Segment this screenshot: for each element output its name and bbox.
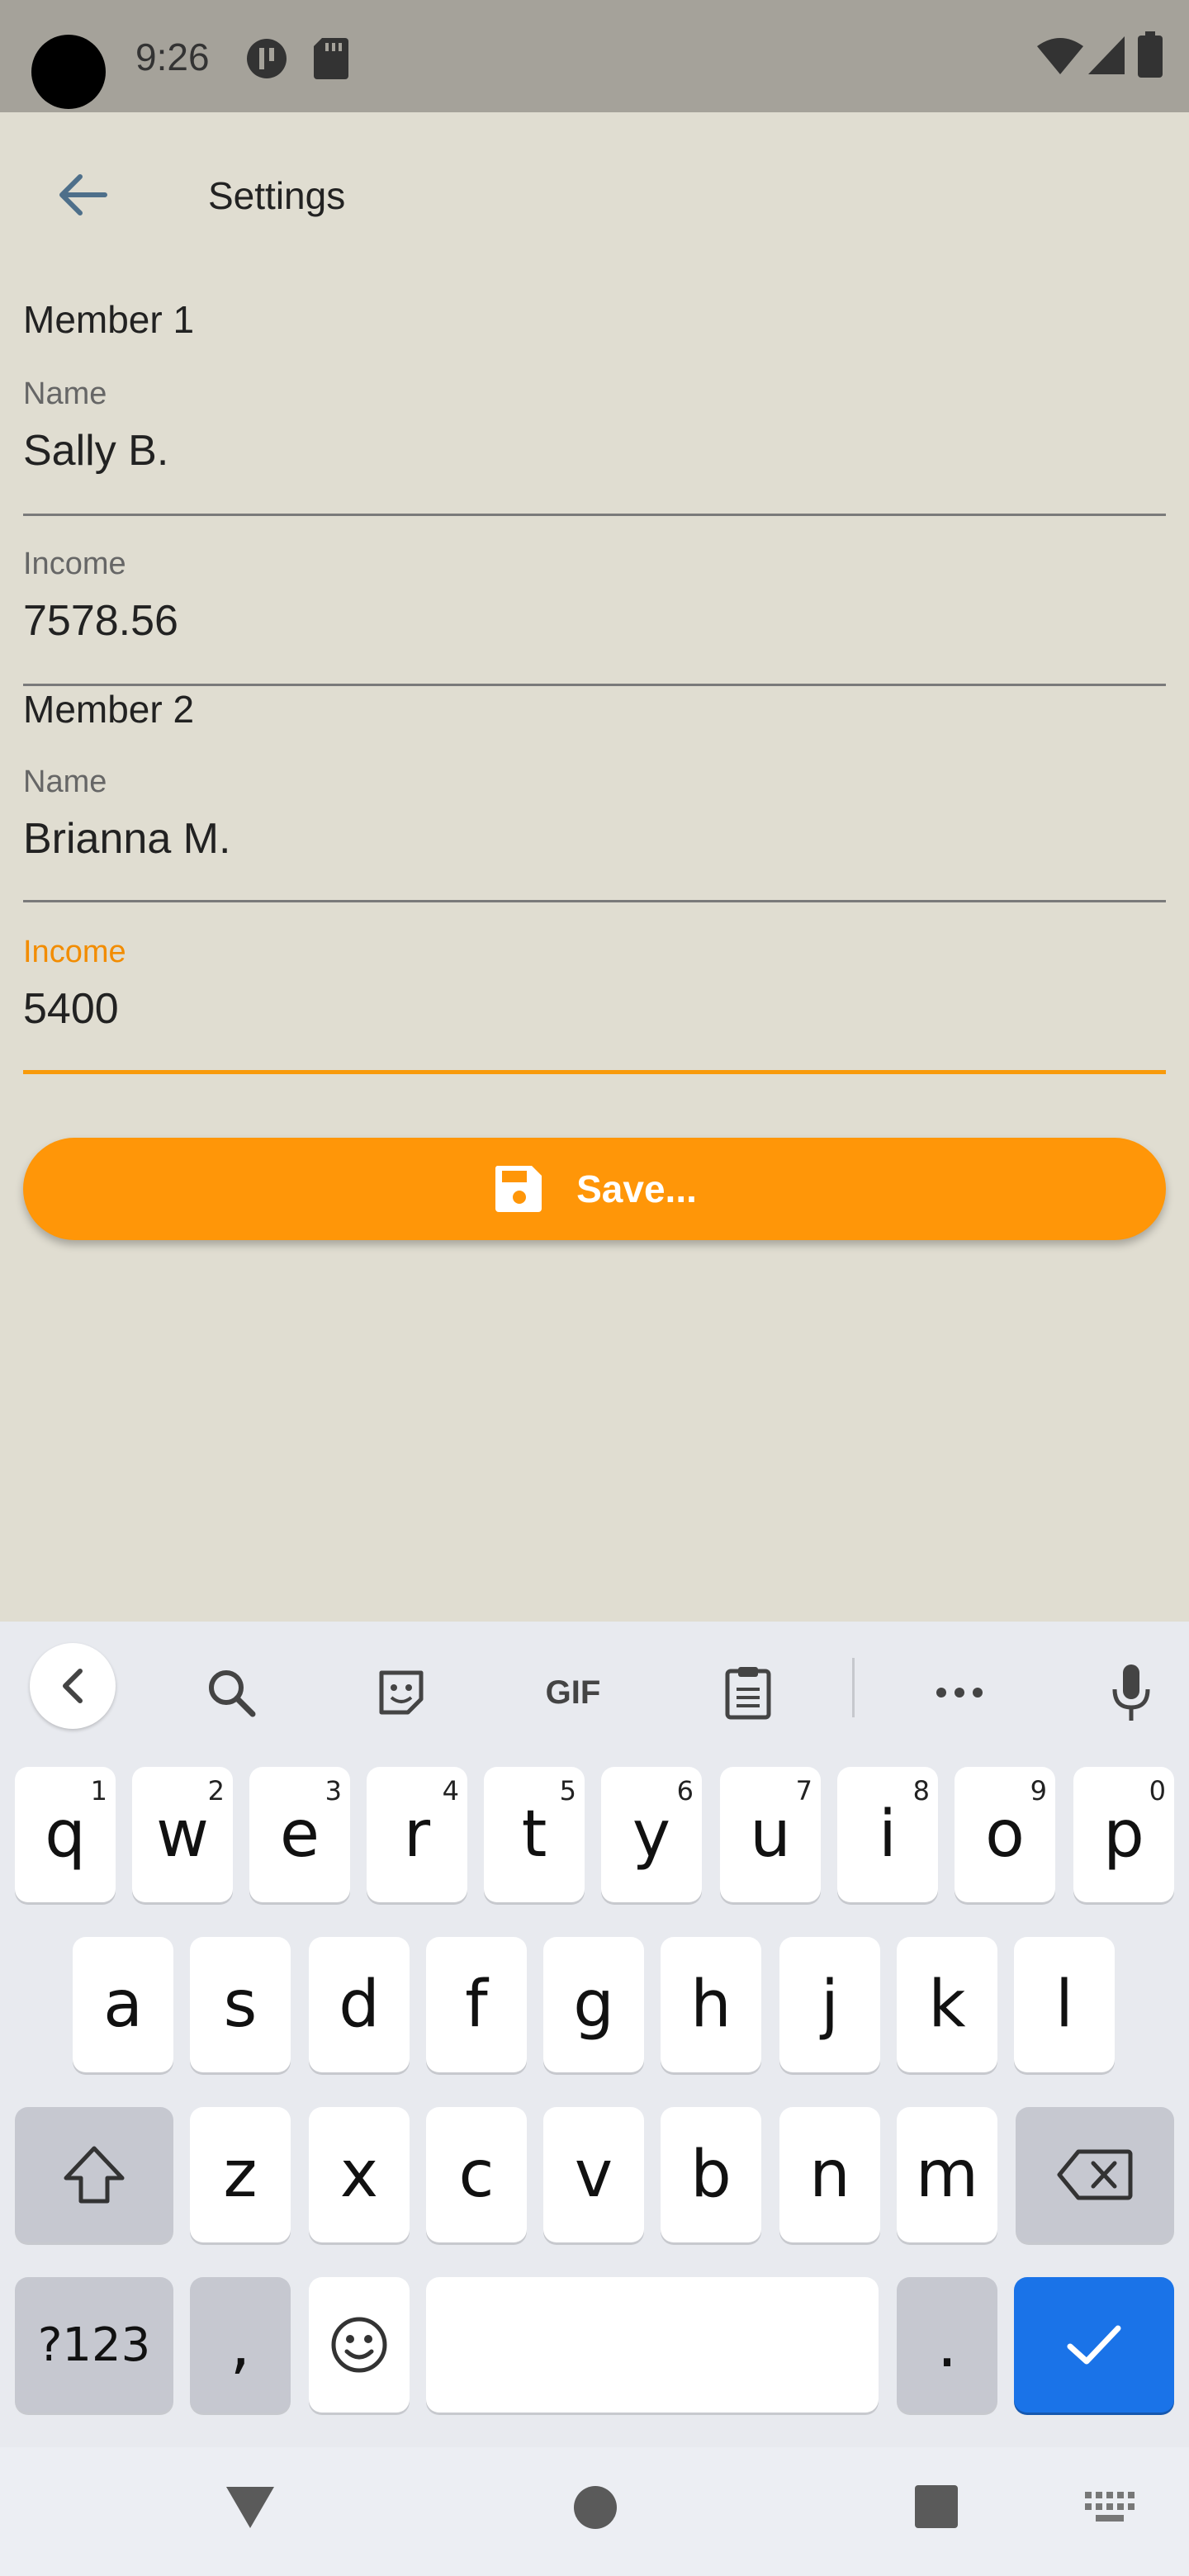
wifi-icon [1037, 38, 1083, 74]
name-value[interactable]: Brianna M. [23, 814, 230, 864]
name-value[interactable]: Sally B. [23, 426, 168, 476]
backspace-icon [1057, 2149, 1133, 2200]
key-s[interactable]: s [190, 1937, 291, 2072]
income-label: Income [23, 547, 126, 581]
toolbar-divider [852, 1658, 855, 1717]
mic-icon [1112, 1664, 1150, 1721]
save-button[interactable]: Save... [23, 1138, 1166, 1240]
shift-icon [64, 2146, 125, 2204]
key-v[interactable]: v [543, 2107, 644, 2242]
page-title: Settings [208, 174, 346, 217]
nav-home-icon[interactable] [573, 2485, 618, 2530]
key-r[interactable]: r4 [367, 1767, 467, 1902]
keyboard-search-button[interactable] [190, 1651, 272, 1734]
keyboard-gif-button[interactable]: GIF [532, 1651, 614, 1734]
keyboard-switch-icon[interactable] [1085, 2492, 1135, 2525]
key-h[interactable]: h [661, 1937, 761, 2072]
key-b[interactable]: b [661, 2107, 761, 2242]
keyboard-collapse-button[interactable] [30, 1643, 116, 1729]
key-m[interactable]: m [897, 2107, 997, 2242]
space-key[interactable] [426, 2277, 879, 2413]
key-k[interactable]: k [897, 1937, 997, 2072]
key-u[interactable]: u7 [720, 1767, 821, 1902]
save-button-label: Save... [576, 1167, 697, 1210]
camera-cutout [31, 35, 106, 109]
period-key[interactable]: . [897, 2277, 997, 2413]
enter-key[interactable] [1014, 2277, 1174, 2413]
key-g[interactable]: g [543, 1937, 644, 2072]
back-button[interactable] [33, 145, 132, 244]
more-icon [936, 1688, 983, 1698]
key-q[interactable]: q1 [15, 1767, 116, 1902]
field-underline [23, 514, 1166, 516]
field-underline-focused [23, 1070, 1166, 1074]
comma-key[interactable]: , [190, 2277, 291, 2413]
status-time: 9:26 [135, 36, 210, 78]
key-a[interactable]: a [73, 1937, 173, 2072]
search-icon [209, 1670, 256, 1717]
emoji-key[interactable] [309, 2277, 410, 2413]
key-t[interactable]: t5 [484, 1767, 585, 1902]
key-y[interactable]: y6 [601, 1767, 702, 1902]
key-x[interactable]: x [309, 2107, 410, 2242]
key-w[interactable]: w2 [132, 1767, 233, 1902]
arrow-back-icon [59, 174, 107, 215]
battery-icon [1138, 31, 1163, 78]
key-o[interactable]: o9 [955, 1767, 1055, 1902]
income-label: Income [23, 935, 126, 969]
notification-icon [247, 39, 287, 78]
sticker-icon [379, 1670, 424, 1715]
keyboard-mic-button[interactable] [1090, 1651, 1172, 1734]
key-d[interactable]: d [309, 1937, 410, 2072]
chevron-left-icon [63, 1669, 83, 1703]
key-n[interactable]: n [779, 2107, 880, 2242]
income-value[interactable]: 7578.56 [23, 596, 178, 646]
keyboard-sticker-button[interactable] [360, 1651, 443, 1734]
member-1-title: Member 1 [23, 298, 195, 341]
field-underline [23, 684, 1166, 686]
key-p[interactable]: p0 [1073, 1767, 1174, 1902]
keyboard-more-button[interactable] [918, 1651, 1001, 1734]
field-underline [23, 900, 1166, 902]
app-bar [0, 112, 1189, 277]
key-f[interactable]: f [426, 1937, 527, 2072]
status-bar: 9:26 [0, 0, 1189, 112]
key-c[interactable]: c [426, 2107, 527, 2242]
shift-key[interactable] [15, 2107, 173, 2242]
emoji-icon [331, 2317, 387, 2373]
symbols-key[interactable]: ?123 [15, 2277, 173, 2413]
save-icon [492, 1163, 545, 1215]
key-j[interactable]: j [779, 1937, 880, 2072]
cell-signal-icon [1088, 36, 1125, 74]
nav-back-icon[interactable] [225, 2485, 276, 2530]
sd-card-icon [314, 38, 348, 79]
check-icon [1067, 2325, 1121, 2365]
key-e[interactable]: e3 [249, 1767, 350, 1902]
clipboard-icon [725, 1667, 771, 1720]
key-l[interactable]: l [1014, 1937, 1115, 2072]
income-value[interactable]: 5400 [23, 984, 119, 1034]
name-label: Name [23, 376, 107, 411]
key-z[interactable]: z [190, 2107, 291, 2242]
key-i[interactable]: i8 [837, 1767, 938, 1902]
member-2-title: Member 2 [23, 688, 195, 731]
nav-recents-icon[interactable] [915, 2485, 958, 2528]
backspace-key[interactable] [1016, 2107, 1174, 2242]
name-label: Name [23, 765, 107, 799]
keyboard-clipboard-button[interactable] [707, 1651, 789, 1734]
gif-icon: GIF [545, 1674, 601, 1711]
